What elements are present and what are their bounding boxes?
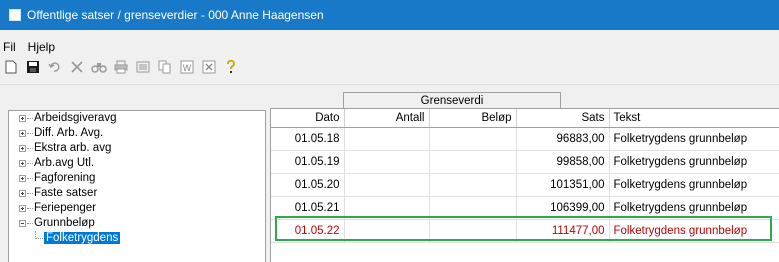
title-bar: Offentlige satser / grenseverdier - 000 … [0, 0, 779, 30]
expand-plus-icon[interactable] [19, 115, 26, 122]
cell-antall[interactable] [344, 196, 430, 220]
expand-plus-icon[interactable] [19, 190, 26, 197]
undo-icon[interactable] [47, 59, 63, 75]
tree-item-label: Diff. Arb. Avg. [34, 127, 104, 139]
tree-item-faste-satser[interactable]: Faste satser [9, 186, 265, 201]
tree-item-arbeidsgiveravg[interactable]: Arbeidsgiveravg [9, 111, 265, 126]
toolbar-divider [0, 84, 779, 85]
cell-belop[interactable] [429, 219, 517, 243]
cell-tekst[interactable]: Folketrygdens grunnbeløp [609, 150, 779, 174]
tree-item-label-selected: Folketrygdens [44, 232, 121, 244]
column-header-sats[interactable]: Sats [516, 109, 610, 128]
menu-hjelp[interactable]: Hjelp [22, 40, 61, 54]
column-group-header: Grenseverdi [343, 92, 561, 108]
column-header-belop[interactable]: Beløp [429, 109, 517, 128]
values-grid[interactable]: Dato Antall Beløp Sats Tekst 01.05.18 96… [270, 108, 779, 262]
collapse-minus-icon[interactable] [19, 220, 26, 227]
tree-item-label: Ekstra arb. avg [34, 142, 112, 154]
cell-antall[interactable] [344, 150, 430, 174]
cell-sats[interactable]: 96883,00 [516, 127, 610, 151]
tree-item-feriepenger[interactable]: Feriepenger [9, 201, 265, 216]
tree-item-label: Arbeidsgiveravg [34, 112, 117, 124]
column-header-dato[interactable]: Dato [271, 109, 345, 128]
svg-text:W: W [183, 63, 192, 73]
cell-dato[interactable]: 01.05.18 [271, 127, 345, 151]
cell-sats[interactable]: 111477,00 [516, 219, 610, 243]
copy-icon[interactable] [157, 59, 173, 75]
column-header-antall[interactable]: Antall [344, 109, 430, 128]
tree-item-label: Arb.avg Utl. [34, 157, 95, 169]
help-icon[interactable] [223, 59, 239, 75]
cell-belop[interactable] [429, 127, 517, 151]
window-title: Offentlige satser / grenseverdier - 000 … [27, 8, 324, 22]
cell-dato[interactable]: 01.05.21 [271, 196, 345, 220]
grid-header-row: Dato Antall Beløp Sats Tekst [271, 109, 779, 128]
table-row[interactable]: 01.05.19 99858,00 Folketrygdens grunnbel… [271, 150, 779, 174]
table-row-highlighted[interactable]: 01.05.22 111477,00 Folketrygdens grunnbe… [271, 219, 779, 243]
new-icon[interactable] [3, 59, 19, 75]
cell-sats[interactable]: 106399,00 [516, 196, 610, 220]
tree-item-label: Grunnbeløp [34, 217, 95, 229]
cell-antall[interactable] [344, 219, 430, 243]
delete-icon[interactable] [69, 59, 85, 75]
category-tree[interactable]: Arbeidsgiveravg Diff. Arb. Avg. Ekstra a… [8, 110, 266, 262]
cell-dato[interactable]: 01.05.22 [271, 219, 345, 243]
table-row[interactable]: 01.05.20 101351,00 Folketrygdens grunnbe… [271, 173, 779, 197]
cell-dato[interactable]: 01.05.20 [271, 173, 345, 197]
tree-item-fagforening[interactable]: Fagforening [9, 171, 265, 186]
cell-sats[interactable]: 101351,00 [516, 173, 610, 197]
tree-item-label: Faste satser [34, 187, 98, 199]
menu-bar: Fil Hjelp [0, 38, 61, 56]
column-header-tekst[interactable]: Tekst [609, 109, 779, 128]
cell-tekst[interactable]: Folketrygdens grunnbeløp [609, 196, 779, 220]
tree-item-label: Fagforening [34, 172, 96, 184]
cell-belop[interactable] [429, 196, 517, 220]
preview-icon[interactable] [135, 59, 151, 75]
tree-item-ekstra-arb-avg[interactable]: Ekstra arb. avg [9, 141, 265, 156]
cell-tekst[interactable]: Folketrygdens grunnbeløp [609, 173, 779, 197]
tree-item-diff-arb-avg[interactable]: Diff. Arb. Avg. [9, 126, 265, 141]
cell-belop[interactable] [429, 150, 517, 174]
app-icon [9, 9, 21, 21]
tree-item-arb-avg-utl[interactable]: Arb.avg Utl. [9, 156, 265, 171]
save-icon[interactable] [25, 59, 41, 75]
tree-item-grunnbelop[interactable]: Grunnbeløp [9, 216, 265, 231]
cell-antall[interactable] [344, 127, 430, 151]
cell-sats[interactable]: 99858,00 [516, 150, 610, 174]
cell-tekst[interactable]: Folketrygdens grunnbeløp [609, 219, 779, 243]
print-icon[interactable] [113, 59, 129, 75]
cell-belop[interactable] [429, 173, 517, 197]
expand-plus-icon[interactable] [19, 205, 26, 212]
tree-item-folketrygdens[interactable]: Folketrygdens [9, 231, 265, 246]
tree-item-label: Feriepenger [34, 202, 97, 214]
expand-plus-icon[interactable] [19, 145, 26, 152]
cell-antall[interactable] [344, 173, 430, 197]
cell-tekst[interactable]: Folketrygdens grunnbeløp [609, 127, 779, 151]
table-row[interactable]: 01.05.21 106399,00 Folketrygdens grunnbe… [271, 196, 779, 220]
expand-plus-icon[interactable] [19, 130, 26, 137]
expand-plus-icon[interactable] [19, 175, 26, 182]
menu-fil[interactable]: Fil [0, 40, 22, 54]
find-icon[interactable] [91, 59, 107, 75]
expand-plus-icon[interactable] [19, 160, 26, 167]
cell-dato[interactable]: 01.05.19 [271, 150, 345, 174]
toolbar: W [0, 56, 779, 78]
table-row[interactable]: 01.05.18 96883,00 Folketrygdens grunnbel… [271, 127, 779, 151]
word-icon[interactable]: W [179, 59, 195, 75]
excel-icon[interactable] [201, 59, 217, 75]
